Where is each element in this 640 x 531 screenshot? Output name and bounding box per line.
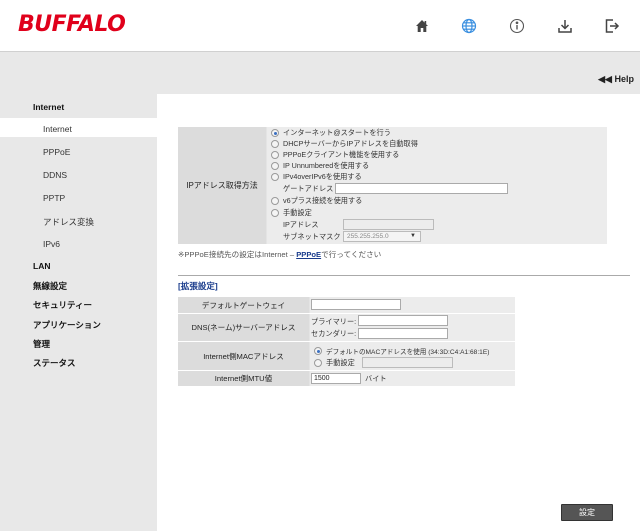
mac-manual-input[interactable] (362, 357, 453, 368)
sidebar-active-highlight (0, 118, 157, 137)
pppoe-link[interactable]: PPPoE (296, 250, 321, 259)
sidebar-cat-security[interactable]: セキュリティー (33, 299, 92, 311)
note-suffix: で行ってください (321, 250, 382, 259)
opt-dhcp: DHCPサーバーからIPアドレスを自動取得 (283, 139, 418, 148)
home-icon[interactable] (408, 12, 436, 40)
opt-pppoe: PPPoEクライアント機能を使用する (283, 150, 400, 159)
sidebar-cat-internet[interactable]: Internet (33, 102, 64, 112)
subnet-mask-value: 255.255.255.0 (347, 233, 389, 240)
ip-method-label: IPアドレス取得方法 (178, 127, 266, 244)
sidebar-item-pptp[interactable]: PPTP (43, 193, 65, 203)
mtu-unit: バイト (365, 374, 387, 383)
mac-cell: デフォルトのMACアドレスを使用 (34:3D:C4:A1:68:1E) 手動設… (310, 342, 515, 370)
radio-internet-start[interactable] (271, 129, 279, 137)
help-link[interactable]: ◀◀ Help (598, 74, 634, 85)
subnet-mask-select[interactable]: 255.255.255.0 ▼ (343, 231, 421, 242)
dns-row: DNS(ネーム)サーバーアドレス プライマリー: セカンダリー: (178, 314, 515, 341)
default-gateway-cell (310, 297, 515, 313)
sidebar: Internet Internet PPPoE DDNS PPTP アドレス変換… (0, 94, 157, 531)
default-gateway-input[interactable] (311, 299, 401, 310)
buffalo-logo[interactable]: BUFFALO (18, 12, 126, 37)
mtu-input[interactable]: 1500 (311, 373, 361, 384)
ip-address-input[interactable] (343, 219, 434, 230)
sidebar-item-pppoe[interactable]: PPPoE (43, 147, 70, 157)
dns-label: DNS(ネーム)サーバーアドレス (178, 314, 309, 341)
mtu-row: Internet側MTU値 1500 バイト (178, 371, 515, 386)
main-content: IPアドレス取得方法 インターネット@スタートを行う DHCPサーバーからIPア… (157, 94, 640, 531)
pppoe-note: ※PPPoE接続先の設定はInternet – PPPoEで行ってください (178, 249, 381, 260)
radio-pppoe[interactable] (271, 151, 279, 159)
dns-primary-input[interactable] (358, 315, 448, 326)
sidebar-cat-wireless[interactable]: 無線設定 (33, 280, 67, 292)
opt-internet-start: インターネット@スタートを行う (283, 128, 391, 137)
mtu-cell: 1500 バイト (310, 371, 515, 386)
subnet-mask-label: サブネットマスク (283, 232, 341, 241)
logout-icon[interactable] (598, 12, 626, 40)
save-button[interactable]: 設定 (561, 504, 613, 521)
ip-method-panel: IPアドレス取得方法 インターネット@スタートを行う DHCPサーバーからIPア… (178, 127, 607, 244)
opt-unnumbered: IP Unnumberedを使用する (283, 161, 370, 170)
mtu-label: Internet側MTU値 (178, 371, 309, 386)
mac-default-text: デフォルトのMACアドレスを使用 (34:3D:C4:A1:68:1E) (326, 349, 490, 356)
dns-primary-label: プライマリー: (311, 317, 357, 326)
mac-manual-text: 手動設定 (326, 358, 355, 367)
radio-v6plus[interactable] (271, 197, 279, 205)
sidebar-item-ipv6[interactable]: IPv6 (43, 239, 60, 249)
opt-manual: 手動設定 (283, 208, 312, 217)
dns-secondary-label: セカンダリー: (311, 329, 357, 338)
top-header: BUFFALO (0, 0, 640, 52)
radio-dhcp[interactable] (271, 140, 279, 148)
opt-ipv4overipv6: IPv4overIPv6を使用する (283, 172, 362, 181)
gateway-label: ゲートアドレス (283, 184, 334, 193)
default-gateway-label: デフォルトゲートウェイ (178, 297, 309, 313)
globe-icon[interactable] (455, 12, 483, 40)
mac-label: Internet側MACアドレス (178, 342, 309, 370)
chevron-down-icon: ▼ (410, 233, 416, 239)
default-gateway-row: デフォルトゲートウェイ (178, 297, 515, 313)
mac-row: Internet側MACアドレス デフォルトのMACアドレスを使用 (34:3D… (178, 342, 515, 370)
extended-settings-title: [拡張設定] (178, 281, 218, 291)
dns-cell: プライマリー: セカンダリー: (310, 314, 515, 341)
sidebar-cat-admin[interactable]: 管理 (33, 338, 50, 350)
radio-ipv4overipv6[interactable] (271, 173, 279, 181)
note-prefix: ※PPPoE接続先の設定はInternet – (178, 250, 297, 259)
sidebar-cat-lan[interactable]: LAN (33, 261, 50, 271)
ip-address-label: IPアドレス (283, 220, 319, 229)
section-divider (178, 275, 630, 276)
radio-mac-manual[interactable] (314, 359, 322, 367)
sidebar-item-nat[interactable]: アドレス変換 (43, 216, 94, 228)
sidebar-item-internet[interactable]: Internet (43, 124, 72, 134)
help-bar: ◀◀ Help (0, 52, 640, 94)
ip-method-options: インターネット@スタートを行う DHCPサーバーからIPアドレスを自動取得 PP… (267, 127, 607, 244)
download-icon[interactable] (551, 12, 579, 40)
dns-secondary-input[interactable] (358, 328, 448, 339)
sidebar-cat-status[interactable]: ステータス (33, 357, 76, 369)
sidebar-cat-application[interactable]: アプリケーション (33, 319, 101, 331)
opt-v6plus: v6プラス接続を使用する (283, 196, 363, 205)
radio-mac-default[interactable] (314, 347, 322, 355)
radio-unnumbered[interactable] (271, 162, 279, 170)
info-icon[interactable] (503, 12, 531, 40)
gateway-input[interactable] (335, 183, 508, 194)
radio-manual[interactable] (271, 209, 279, 217)
sidebar-item-ddns[interactable]: DDNS (43, 170, 67, 180)
